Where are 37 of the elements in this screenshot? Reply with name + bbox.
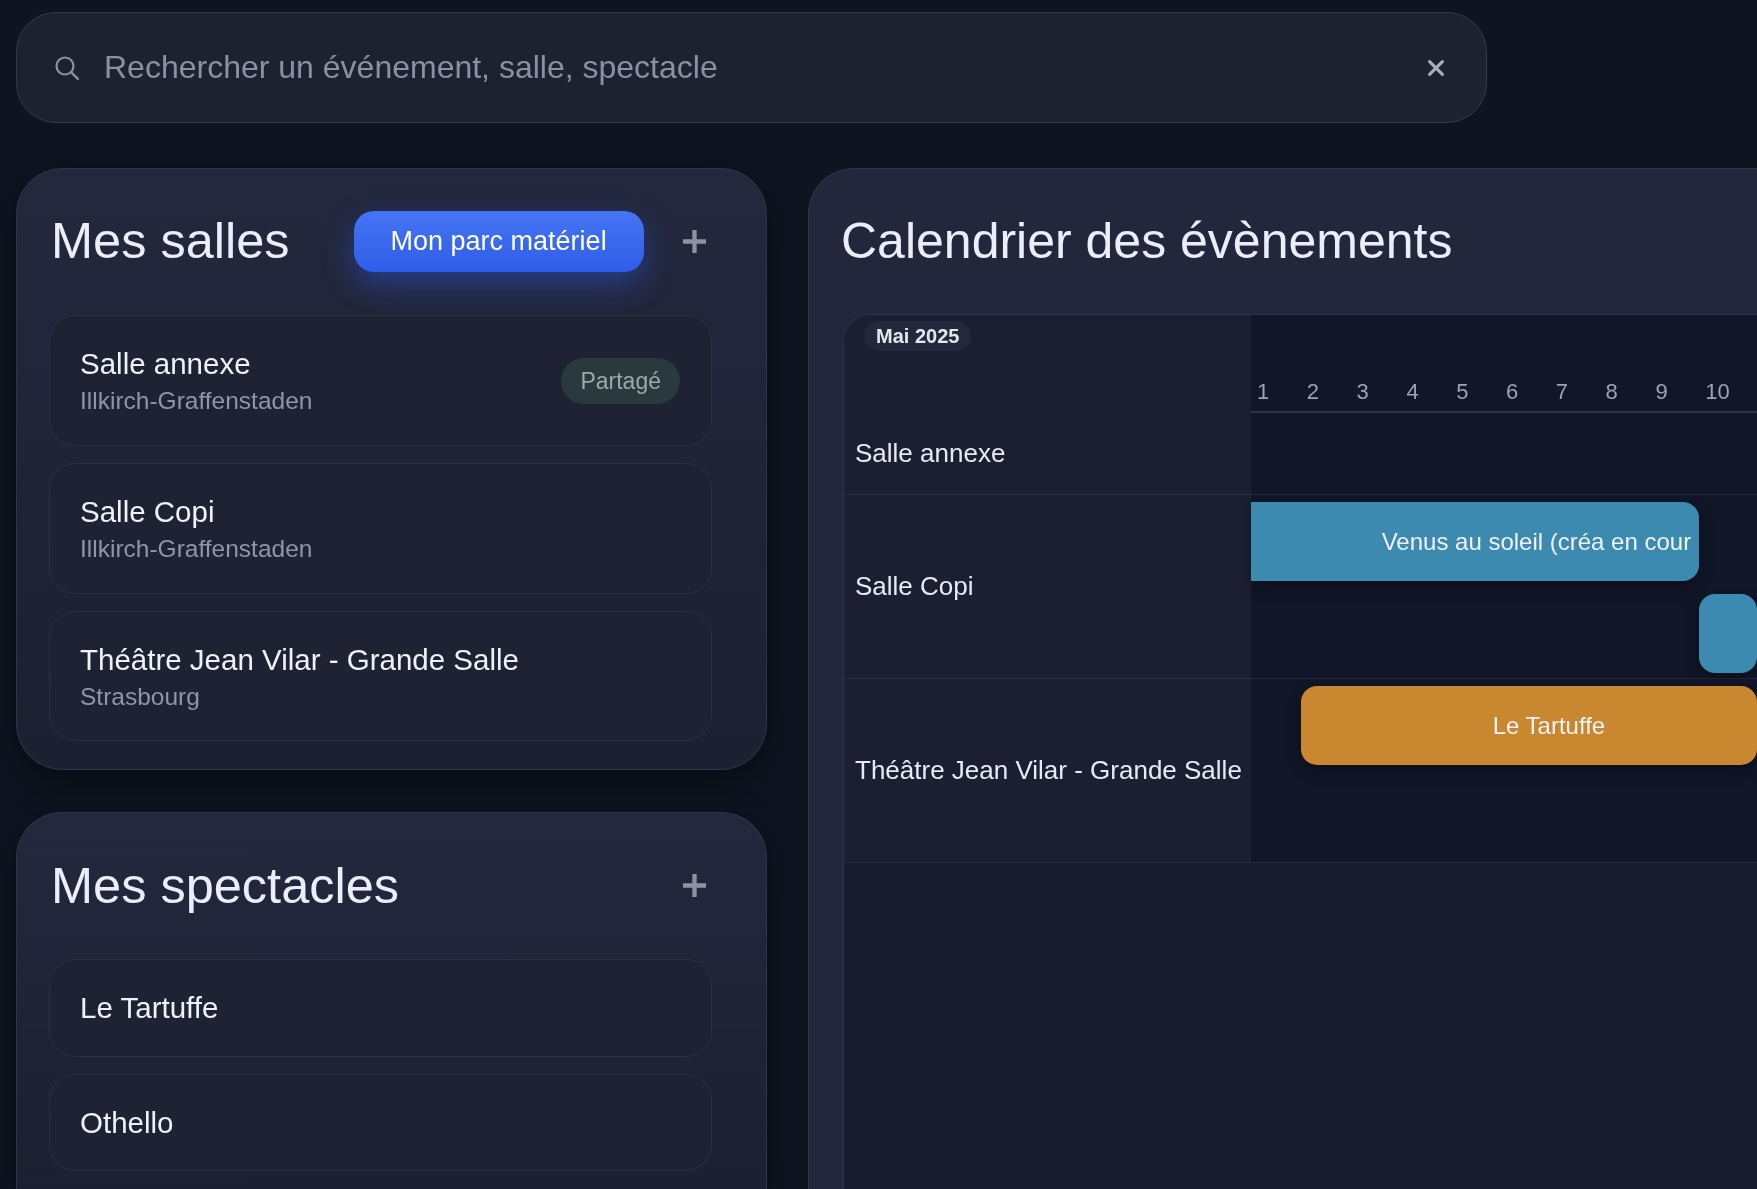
- search-input[interactable]: Rechercher un événement, salle, spectacle: [104, 49, 1403, 86]
- room-city: Illkirch-Graffenstaden: [80, 386, 313, 416]
- room-name: Salle annexe: [80, 346, 252, 382]
- room-name: Salle Copi: [80, 493, 216, 530]
- room-card[interactable]: Salle annexe Illkirch-Graffenstaden Partagé: [49, 315, 712, 446]
- search-icon: [55, 55, 79, 80]
- day-label: 10: [1704, 378, 1731, 405]
- shared-badge: Partagé: [561, 357, 680, 404]
- calendar-title: Calendrier des évènements: [841, 212, 1454, 271]
- room-row-label: Salle Copi: [844, 495, 1251, 679]
- plus-icon[interactable]: [683, 874, 706, 898]
- day-label: 5: [1455, 378, 1470, 405]
- show-card[interactable]: Othello: [49, 1073, 712, 1172]
- day-label: 7: [1554, 378, 1570, 405]
- room-card[interactable]: Théâtre Jean Vilar - Grande Salle Strasbourg: [49, 610, 712, 742]
- room-row-label: Théâtre Jean Vilar - Grande Salle: [844, 679, 1251, 863]
- day-label: 4: [1405, 378, 1420, 405]
- room-row-label: Salle annexe: [844, 413, 1251, 495]
- room-card[interactable]: Salle Copi Illkirch-Graffenstaden: [49, 462, 712, 594]
- day-label: 9: [1654, 378, 1669, 405]
- event-bar[interactable]: [1699, 594, 1757, 673]
- room-name: Théâtre Jean Vilar - Grande Salle: [80, 641, 519, 677]
- show-card[interactable]: Le Tartuffe: [49, 959, 712, 1057]
- day-label: 1: [1256, 378, 1271, 405]
- day-label: 6: [1505, 378, 1520, 405]
- plus-icon[interactable]: [683, 230, 706, 253]
- room-city: Illkirch-Graffenstaden: [80, 534, 313, 564]
- panel-title: Mes spectacles: [51, 855, 400, 916]
- close-icon[interactable]: [1428, 59, 1444, 76]
- month-chip: Mai 2025: [864, 321, 972, 351]
- day-label: 2: [1305, 378, 1321, 405]
- panel-title: Mes salles: [51, 211, 290, 272]
- day-label: 8: [1604, 378, 1619, 405]
- room-city: Strasbourg: [80, 681, 201, 712]
- search-field[interactable]: Rechercher un événement, salle, spectacle: [16, 12, 1487, 123]
- day-label: 3: [1355, 378, 1370, 405]
- equipment-button[interactable]: Mon parc matériel: [353, 211, 644, 272]
